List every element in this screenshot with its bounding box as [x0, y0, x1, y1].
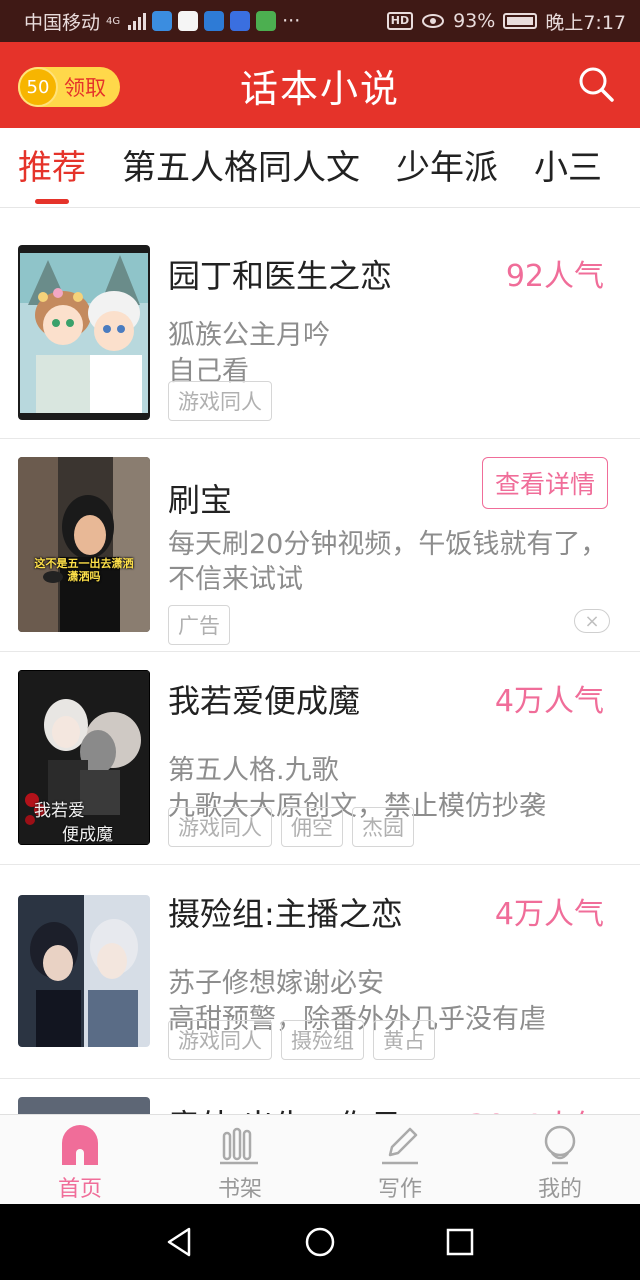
ad-title: 刷宝: [168, 481, 233, 519]
map-notification-icon: [256, 11, 277, 31]
ad-item[interactable]: 这不是五一出去潇洒潇洒吗 刷宝 查看详情 每天刷20分钟视频，午饭钱就有了，不信…: [0, 439, 640, 652]
cover-image: [18, 1097, 150, 1114]
popularity-count: 3041人气: [468, 1101, 604, 1114]
tab-label: 少年派: [396, 147, 498, 188]
story-title: 摄殓组:主播之恋: [168, 895, 403, 933]
tag-list: 游戏同人 摄殓组 黄占: [168, 1020, 435, 1060]
ad-badge: 广告: [168, 605, 230, 645]
popularity-count: 4万人气: [494, 684, 604, 719]
tag[interactable]: 黄占: [373, 1020, 435, 1060]
app-header: 50 领取 话本小说: [0, 42, 640, 128]
cover-caption: 我若爱: [34, 801, 85, 821]
coin-icon: 50: [18, 67, 58, 107]
story-author: 狐族公主月吟: [168, 320, 330, 351]
plane-notification-icon: [204, 11, 225, 31]
tag[interactable]: 游戏同人: [168, 381, 272, 421]
tab-label: 推荐: [18, 147, 86, 188]
view-details-button[interactable]: 查看详情: [482, 457, 608, 509]
nav-home[interactable]: 首页: [0, 1115, 160, 1204]
nav-label: 首页: [57, 1177, 102, 1202]
nav-profile[interactable]: 我的: [480, 1115, 640, 1204]
tab-label: 第五人格同人文: [122, 147, 360, 188]
story-title: 我若爱便成魔: [168, 682, 361, 720]
tab-label: 小三: [534, 147, 602, 188]
search-icon[interactable]: [576, 64, 616, 104]
category-tabs: 推荐 第五人格同人文 少年派 小三: [0, 128, 640, 208]
nav-label: 书架: [217, 1177, 262, 1202]
claim-coins-button[interactable]: 50 领取: [18, 67, 120, 107]
tab-shaonianpai[interactable]: 少年派: [378, 128, 516, 207]
battery-percent: 93%: [453, 10, 496, 32]
story-author: 苏子修想嫁谢必安: [168, 968, 384, 999]
clock: 晚上7:17: [545, 11, 626, 34]
active-tab-indicator: [35, 198, 69, 204]
cover-caption: 便成魔: [62, 825, 113, 845]
home-circle-icon[interactable]: [303, 1225, 337, 1259]
list-item[interactable]: 意外·出生一你见 3041人气: [0, 1079, 640, 1114]
story-title: 园丁和医生之恋: [168, 257, 393, 295]
list-item[interactable]: 我若爱 便成魔 我若爱便成魔 4万人气 第五人格.九歌 九歌大大原创文，禁止模仿…: [0, 652, 640, 865]
ad-cover-image: 这不是五一出去潇洒潇洒吗: [18, 457, 150, 632]
chat-notification-icon: [178, 11, 199, 31]
cover-image: [18, 895, 150, 1047]
tab-recommended[interactable]: 推荐: [0, 128, 104, 207]
home-icon: [62, 1125, 98, 1165]
nav-write[interactable]: 写作: [320, 1115, 480, 1204]
recents-icon[interactable]: [443, 1225, 477, 1259]
ad-cover-caption: 这不是五一出去潇洒潇洒吗: [34, 557, 134, 583]
nav-label: 我的: [537, 1177, 582, 1202]
pen-icon: [382, 1127, 418, 1165]
tab-xiaosan[interactable]: 小三: [516, 128, 620, 207]
story-feed: 园丁和医生之恋 92人气 狐族公主月吟 自己看 游戏同人 这不是五一出去潇洒潇洒…: [0, 209, 640, 1114]
tag-list: 游戏同人: [168, 381, 272, 421]
tag[interactable]: 游戏同人: [168, 1020, 272, 1060]
tag[interactable]: 杰园: [352, 807, 414, 847]
network-label: 4G: [106, 15, 121, 27]
tag[interactable]: 摄殓组: [281, 1020, 364, 1060]
nav-label: 写作: [377, 1177, 422, 1202]
system-navigation-bar: [0, 1204, 640, 1280]
carrier-label: 中国移动: [24, 11, 101, 34]
app-notification-icon: [152, 11, 173, 31]
bookshelf-icon: [220, 1127, 258, 1165]
tag-list: 游戏同人 佣空 杰园: [168, 807, 414, 847]
tag[interactable]: 游戏同人: [168, 807, 272, 847]
cover-image: [18, 245, 150, 420]
status-bar: 中国移动 4G ··· HD 93% 晚上7:17: [0, 0, 640, 42]
story-author: 第五人格.九歌: [168, 755, 339, 786]
profile-icon: [544, 1125, 576, 1165]
popularity-count: 4万人气: [494, 897, 604, 932]
tab-identity-v-fanfic[interactable]: 第五人格同人文: [104, 128, 378, 207]
signal-icon: [128, 12, 147, 30]
list-item[interactable]: 摄殓组:主播之恋 4万人气 苏子修想嫁谢必安 高甜预警，除番外外几乎没有虐 游戏…: [0, 865, 640, 1079]
paw-notification-icon: [230, 11, 251, 31]
cover-image: 我若爱 便成魔: [18, 670, 150, 845]
ad-description: 每天刷20分钟视频，午饭钱就有了，不信来试试: [168, 529, 608, 595]
close-ad-icon[interactable]: ×: [574, 609, 610, 633]
more-notifications: ···: [282, 10, 301, 32]
tag-list: 广告: [168, 605, 230, 645]
battery-icon: [503, 13, 538, 29]
popularity-count: 92人气: [505, 259, 604, 294]
tag[interactable]: 佣空: [281, 807, 343, 847]
hd-icon: HD: [386, 12, 414, 30]
nav-bookshelf[interactable]: 书架: [160, 1115, 320, 1204]
story-title: 意外·出生一你见: [168, 1101, 402, 1114]
back-icon[interactable]: [163, 1225, 197, 1259]
app-title: 话本小说: [239, 66, 400, 111]
list-item[interactable]: 园丁和医生之恋 92人气 狐族公主月吟 自己看 游戏同人: [0, 209, 640, 439]
eye-icon: [422, 14, 445, 28]
coin-count: 50: [26, 76, 50, 98]
bottom-navigation: 首页 书架 写作 我的: [0, 1114, 640, 1204]
claim-label: 领取: [64, 76, 106, 100]
